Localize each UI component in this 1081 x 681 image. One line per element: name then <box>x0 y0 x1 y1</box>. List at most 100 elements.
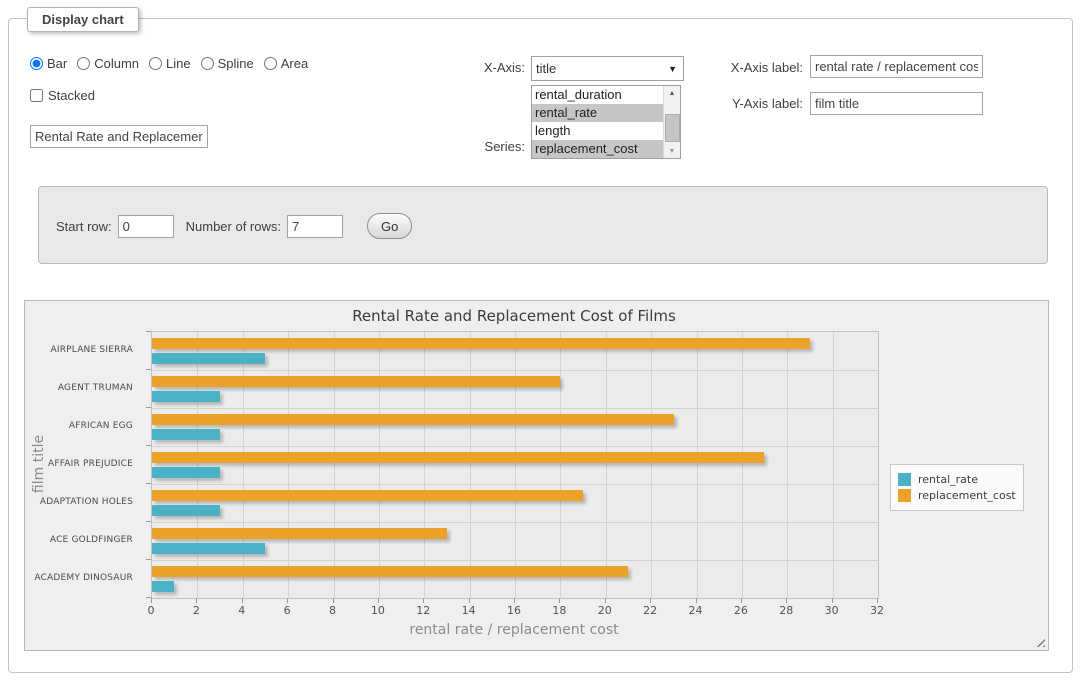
category-label: AIRPLANE SIERRA <box>25 331 142 369</box>
series-option-length[interactable]: length <box>532 122 664 140</box>
x-axis-tick <box>423 598 424 603</box>
category-label: AGENT TRUMAN <box>25 369 142 407</box>
category-band <box>152 484 878 522</box>
category-band <box>152 332 878 370</box>
x-tick-label: 24 <box>689 604 703 617</box>
chart-type-radio-label: Spline <box>218 56 254 71</box>
x-tick-label: 28 <box>779 604 793 617</box>
x-tick-label: 22 <box>643 604 657 617</box>
x-axis-tick <box>514 598 515 603</box>
chart-type-radio-label: Area <box>281 56 308 71</box>
x-tick-label: 2 <box>193 604 200 617</box>
category-label: ACE GOLDFINGER <box>25 521 142 559</box>
x-tick-label: 30 <box>825 604 839 617</box>
bar-rental_rate <box>152 581 174 592</box>
x-tick-label: 0 <box>148 604 155 617</box>
chart-type-radio-bar[interactable] <box>30 57 43 70</box>
series-option-rental_duration[interactable]: rental_duration <box>532 86 664 104</box>
bar-rental_rate <box>152 467 220 478</box>
x-axis-tick <box>650 598 651 603</box>
series-scrollbar[interactable]: ▲ ▼ <box>663 86 680 158</box>
x-axis-tick <box>333 598 334 603</box>
y-axis-tick <box>146 559 151 560</box>
bar-replacement_cost <box>152 338 810 349</box>
bar-rental_rate <box>152 505 220 516</box>
stacked-checkbox[interactable] <box>30 89 43 102</box>
num-rows-label: Number of rows: <box>186 219 281 234</box>
row-controls-panel: Start row: Number of rows: Go <box>38 186 1048 264</box>
x-axis-tick <box>559 598 560 603</box>
chart-title-input[interactable] <box>30 125 208 148</box>
num-rows-input[interactable] <box>287 215 343 238</box>
x-axis-tick <box>242 598 243 603</box>
y-axis-tick <box>146 369 151 370</box>
chart-type-radio-column[interactable] <box>77 57 90 70</box>
chart-type-option-column: Column <box>77 56 139 71</box>
legend-swatch-replacement_cost <box>898 489 911 502</box>
x-axis-label-input[interactable] <box>810 55 983 78</box>
stacked-label: Stacked <box>48 88 95 103</box>
legend-entry-rental_rate: rental_rate <box>898 473 1016 486</box>
x-tick-label: 16 <box>507 604 521 617</box>
y-axis-tick <box>146 407 151 408</box>
chart-type-radio-spline[interactable] <box>201 57 214 70</box>
bar-replacement_cost <box>152 566 628 577</box>
category-band <box>152 370 878 408</box>
legend-entry-replacement_cost: replacement_cost <box>898 489 1016 502</box>
x-tick-label: 10 <box>371 604 385 617</box>
panel-legend: Display chart <box>27 7 139 32</box>
chart-type-option-bar: Bar <box>30 56 67 71</box>
scroll-up-icon[interactable]: ▲ <box>664 86 680 100</box>
chart-type-option-line: Line <box>149 56 191 71</box>
legend-label: rental_rate <box>918 473 978 486</box>
series-select-label: Series: <box>430 139 525 154</box>
y-axis-tick <box>146 331 151 332</box>
bar-replacement_cost <box>152 414 674 425</box>
x-tick-label: 4 <box>238 604 245 617</box>
chevron-down-icon: ▼ <box>668 64 677 74</box>
y-axis-label-label: Y-Axis label: <box>700 96 803 111</box>
chart-legend: rental_rate replacement_cost <box>890 464 1024 511</box>
x-axis-tick <box>877 598 878 603</box>
x-axis-tick <box>196 598 197 603</box>
y-axis-label-input[interactable] <box>810 92 983 115</box>
bar-replacement_cost <box>152 528 447 539</box>
start-row-input[interactable] <box>118 215 174 238</box>
x-axis-tick <box>469 598 470 603</box>
series-option-rental_rate[interactable]: rental_rate <box>532 104 664 122</box>
x-axis-tick <box>696 598 697 603</box>
category-band <box>152 408 878 446</box>
category-band <box>152 522 878 560</box>
x-tick-label: 6 <box>284 604 291 617</box>
chart-type-option-spline: Spline <box>201 56 254 71</box>
x-axis-select-label: X-Axis: <box>430 60 525 75</box>
x-axis-select[interactable]: title ▼ <box>531 56 684 81</box>
y-axis-tick <box>146 445 151 446</box>
x-axis-label-label: X-Axis label: <box>700 60 803 75</box>
bar-rental_rate <box>152 391 220 402</box>
x-axis-tick <box>378 598 379 603</box>
category-label: ADAPTATION HOLES <box>25 483 142 521</box>
x-tick-label: 8 <box>329 604 336 617</box>
series-option-replacement_cost[interactable]: replacement_cost <box>532 140 664 158</box>
scroll-down-icon[interactable]: ▼ <box>664 144 680 158</box>
go-button[interactable]: Go <box>367 213 412 239</box>
scrollbar-thumb[interactable] <box>665 114 680 142</box>
chart-type-radio-group: Bar Column Line Spline Area <box>30 56 308 71</box>
x-axis-tick <box>605 598 606 603</box>
stacked-row: Stacked <box>30 88 95 103</box>
chart-type-radio-area[interactable] <box>264 57 277 70</box>
bar-rental_rate <box>152 543 265 554</box>
chart-type-radio-line[interactable] <box>149 57 162 70</box>
resize-handle-icon[interactable] <box>1033 635 1045 647</box>
plot-area <box>151 331 879 599</box>
x-axis-tick <box>786 598 787 603</box>
x-tick-label: 12 <box>416 604 430 617</box>
start-row-label: Start row: <box>56 219 112 234</box>
category-band <box>152 446 878 484</box>
x-axis-tick <box>741 598 742 603</box>
legend-swatch-rental_rate <box>898 473 911 486</box>
series-listbox[interactable]: rental_durationrental_ratelengthreplacem… <box>531 85 681 159</box>
x-axis-tick <box>287 598 288 603</box>
legend-label: replacement_cost <box>918 489 1016 502</box>
